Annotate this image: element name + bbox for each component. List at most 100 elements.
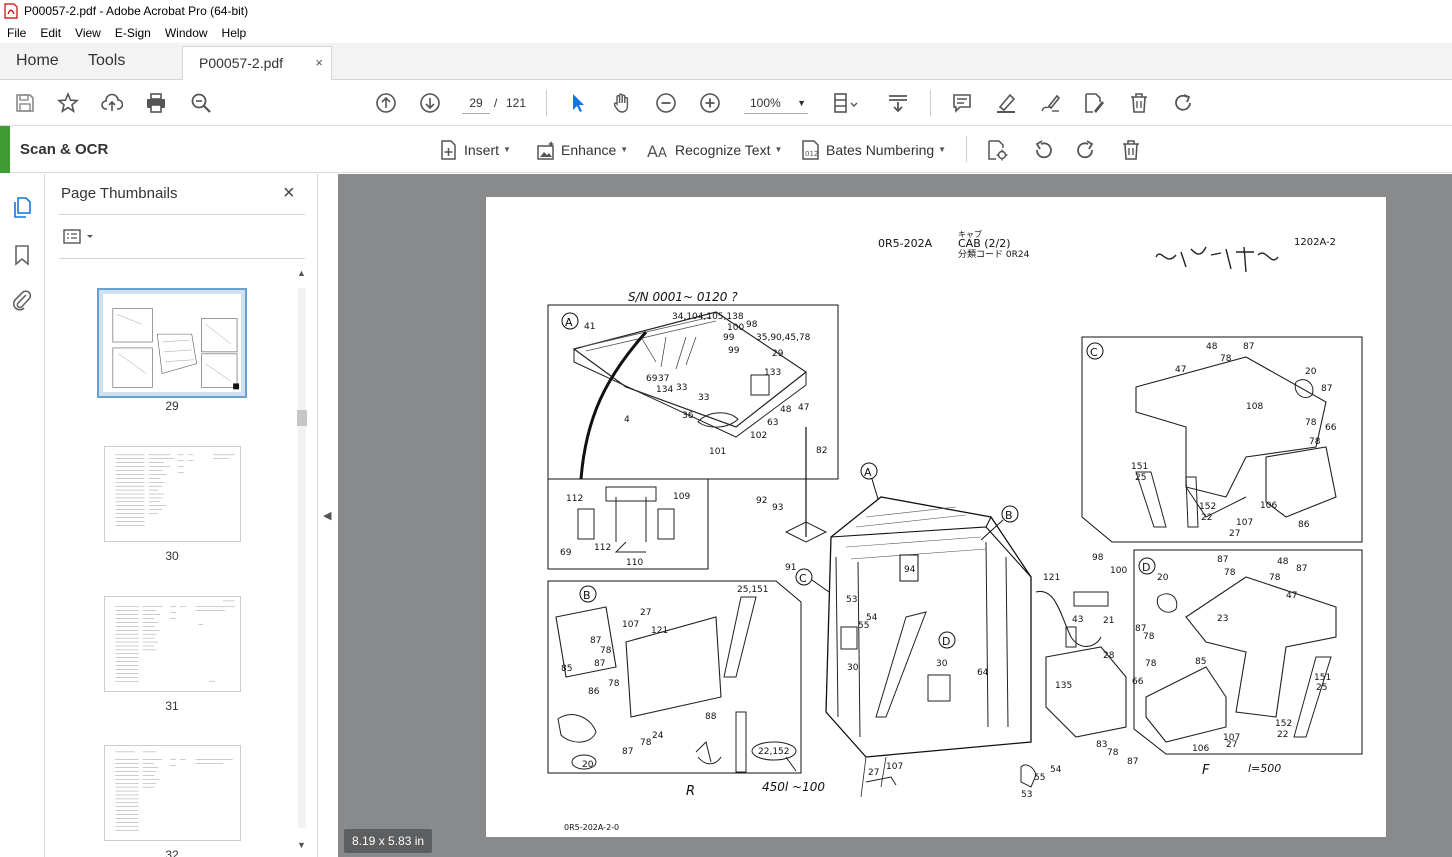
svg-text:25,151: 25,151	[737, 585, 769, 595]
scroll-icon[interactable]	[886, 91, 910, 115]
zoom-select[interactable]: 100% ▼	[744, 92, 808, 114]
zoom-out-icon[interactable]	[654, 91, 678, 115]
svg-text:22: 22	[1201, 513, 1212, 523]
svg-text:87: 87	[590, 636, 601, 646]
parts-diagram: 0R5-202A キャブ CAB (2/2) 分類コード 0R24 1202A-…	[547, 229, 1363, 832]
thumbnail-page-30[interactable]	[104, 446, 241, 542]
tab-close-icon[interactable]: ×	[315, 47, 323, 79]
thumbnail-page-31[interactable]	[104, 596, 241, 692]
svg-text:69: 69	[560, 548, 572, 558]
redo-icon[interactable]	[1171, 91, 1195, 115]
print-icon[interactable]	[144, 91, 168, 115]
menu-edit[interactable]: Edit	[33, 26, 68, 40]
delete-icon[interactable]	[1127, 91, 1151, 115]
rotate-right-icon[interactable]	[1075, 139, 1097, 161]
menu-esign[interactable]: E-Sign	[108, 26, 158, 40]
page-thumbnails-icon[interactable]	[11, 196, 33, 218]
svg-text:35,90,45,78: 35,90,45,78	[756, 333, 811, 343]
attachment-icon[interactable]	[11, 289, 33, 311]
menu-help[interactable]: Help	[215, 26, 254, 40]
sign-icon[interactable]	[1038, 91, 1062, 115]
thumbnail-page-32[interactable]	[104, 745, 241, 841]
svg-text:53: 53	[846, 595, 857, 605]
tab-document[interactable]: P00057-2.pdf ×	[182, 46, 332, 80]
arrow-up-icon[interactable]	[374, 91, 398, 115]
zoom-in-icon[interactable]	[698, 91, 722, 115]
toolbar-divider	[546, 90, 547, 116]
zoom-value: 100%	[750, 96, 781, 110]
tab-home[interactable]: Home	[16, 43, 59, 79]
svg-text:43: 43	[1072, 615, 1083, 625]
svg-text:87: 87	[594, 659, 605, 669]
scroll-track	[298, 288, 306, 828]
svg-text:87: 87	[1296, 564, 1307, 574]
handwritten-note: S/N 0001~ 0120 ?	[628, 290, 738, 304]
svg-text:112: 112	[594, 543, 611, 553]
svg-text:A: A	[565, 316, 573, 329]
svg-text:21: 21	[1103, 616, 1114, 626]
save-icon[interactable]	[13, 91, 37, 115]
svg-text:33: 33	[676, 383, 687, 393]
svg-text:87: 87	[1321, 384, 1332, 394]
arrow-down-icon[interactable]	[418, 91, 442, 115]
edit-icon[interactable]	[1082, 91, 1106, 115]
pointer-icon[interactable]	[566, 91, 590, 115]
bates-numbering-button[interactable]: 012 Bates Numbering ▼	[800, 138, 946, 162]
thumbnail-scrollbar[interactable]: ▲ ▼	[295, 268, 309, 857]
svg-text:66: 66	[1325, 423, 1337, 433]
scroll-up-icon[interactable]: ▲	[297, 268, 306, 278]
svg-text:92: 92	[756, 496, 767, 506]
hand-icon[interactable]	[610, 91, 634, 115]
comment-icon[interactable]	[950, 91, 974, 115]
bookmark-icon[interactable]	[11, 244, 33, 266]
recognize-text-button[interactable]: AA Recognize Text ▼	[647, 138, 782, 162]
svg-text:112: 112	[566, 494, 583, 504]
thumbnail-page-29[interactable]	[97, 288, 247, 398]
star-icon[interactable]	[56, 91, 80, 115]
bates-numbering-label: Bates Numbering	[826, 142, 935, 158]
enhance-button[interactable]: Enhance ▼	[535, 138, 628, 162]
svg-text:87: 87	[1217, 555, 1228, 565]
scroll-down-icon[interactable]: ▼	[297, 840, 306, 850]
svg-text:98: 98	[1092, 553, 1104, 563]
chevron-left-icon: ◀	[323, 510, 332, 522]
panel-title: Page Thumbnails	[61, 185, 178, 202]
document-viewer[interactable]: 0R5-202A キャブ CAB (2/2) 分類コード 0R24 1202A-…	[338, 174, 1452, 857]
page-display-icon[interactable]	[830, 91, 864, 115]
svg-text:22,152: 22,152	[758, 747, 790, 757]
svg-text:78: 78	[1309, 437, 1321, 447]
delete-page-icon[interactable]	[1120, 139, 1142, 161]
panel-collapse-handle[interactable]: ◀	[318, 174, 338, 857]
svg-text:33: 33	[698, 393, 709, 403]
menu-view[interactable]: View	[68, 26, 108, 40]
page-separator: /	[494, 96, 498, 110]
svg-text:78: 78	[1220, 354, 1232, 364]
page-number-input[interactable]: 29	[462, 92, 490, 114]
rotate-left-icon[interactable]	[1032, 139, 1054, 161]
zoom-search-icon[interactable]	[189, 91, 213, 115]
scroll-thumb[interactable]	[297, 410, 307, 426]
menu-window[interactable]: Window	[158, 26, 215, 40]
svg-text:A: A	[864, 466, 872, 479]
close-icon[interactable]: ×	[283, 182, 295, 205]
insert-button[interactable]: Insert ▼	[438, 138, 511, 162]
window-title: P00057-2.pdf - Adobe Acrobat Pro (64-bit…	[24, 4, 249, 18]
thumbnail-options-icon[interactable]	[63, 228, 97, 246]
svg-text:012: 012	[805, 150, 818, 158]
svg-text:107: 107	[622, 620, 639, 630]
page-settings-icon[interactable]	[986, 139, 1008, 161]
svg-text:134: 134	[656, 385, 673, 395]
svg-text:83: 83	[1096, 740, 1107, 750]
menu-file[interactable]: File	[0, 26, 33, 40]
panel-divider	[59, 258, 305, 259]
chevron-down-icon: ▼	[503, 145, 511, 154]
tab-tools[interactable]: Tools	[88, 43, 125, 79]
navigation-rail	[0, 174, 45, 857]
header-page: 1202A-2	[1294, 237, 1336, 248]
upload-icon[interactable]	[100, 91, 124, 115]
highlight-icon[interactable]	[994, 91, 1018, 115]
svg-text:47: 47	[798, 403, 809, 413]
svg-text:78: 78	[1224, 568, 1236, 578]
tool-title: Scan & OCR	[20, 141, 109, 158]
tab-bar: Home Tools P00057-2.pdf ×	[0, 43, 1452, 80]
